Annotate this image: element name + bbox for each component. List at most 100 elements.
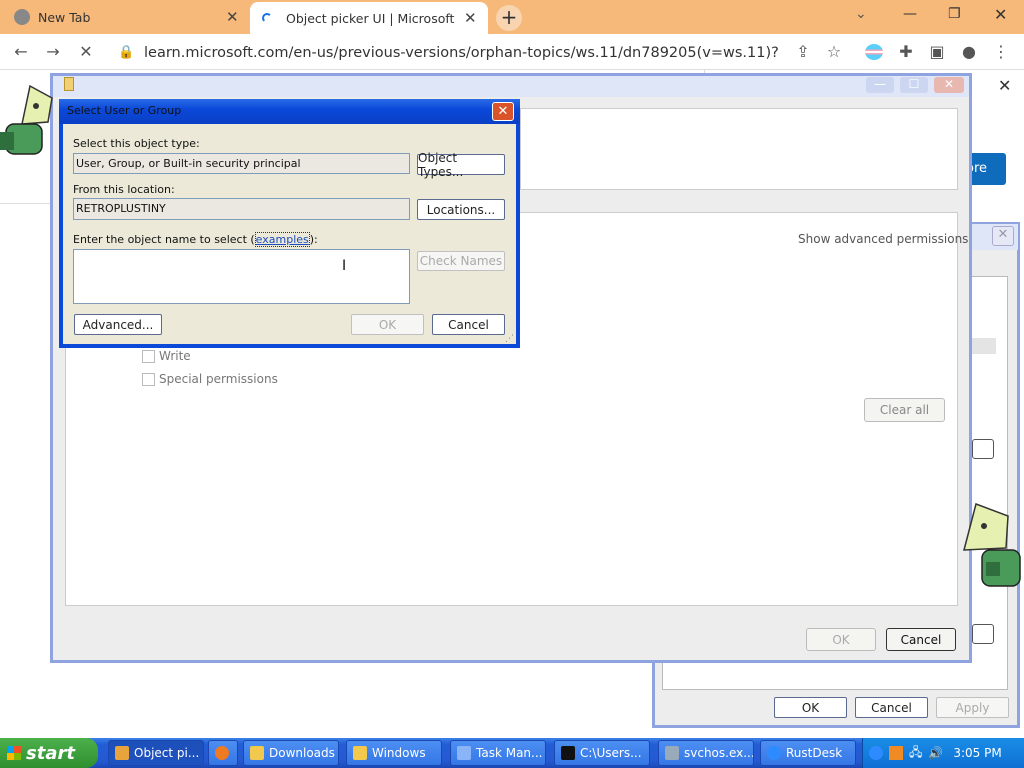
tab-title: Object picker UI | Microsoft L [286,10,456,26]
close-icon[interactable]: ✕ [998,76,1011,95]
close-icon[interactable]: ✕ [992,226,1014,246]
enter-name-end: ): [309,233,318,246]
checkbox[interactable] [142,372,155,386]
location-label: From this location: [73,183,175,196]
task-label: Windows [372,746,426,760]
tab-new-tab[interactable]: New Tab ✕ [14,0,246,34]
enter-name-text: Enter the object name to select ( [73,233,255,246]
object-types-button[interactable]: Object Types... [417,151,505,179]
network-icon[interactable]: 🖧 [909,743,922,764]
task-task-manager[interactable]: Task Man... [450,740,546,766]
system-tray: 🖧 🔊 3:05 PM [862,738,1024,768]
new-tab-icon[interactable]: + [496,5,522,31]
rustdesk-icon [767,746,781,760]
maximize-icon[interactable]: ☐ [900,77,928,93]
task-label: svchos.ex... [684,746,754,760]
perm-special-row[interactable]: Special permissions [142,372,278,386]
share-icon[interactable]: ⇪ [794,43,812,61]
perm-label: Special permissions [159,372,278,386]
start-button[interactable]: start [0,738,98,768]
object-type-field: User, Group, or Built-in security princi… [73,153,410,174]
loading-icon [262,13,272,23]
enter-name-label: Enter the object name to select (example… [73,232,318,247]
clock[interactable]: 3:05 PM [953,746,1001,760]
right-dialog-cancel-button[interactable]: Cancel [855,697,928,718]
task-rustdesk[interactable]: RustDesk [760,740,856,766]
close-icon[interactable]: ✕ [226,8,239,26]
locations-button[interactable]: Locations... [417,199,505,220]
chrome-icon [115,746,129,760]
lock-icon: 🔒 [118,45,135,60]
object-type-label: Select this object type: [73,137,200,150]
folder-icon [64,77,74,91]
close-icon[interactable]: ✕ [934,77,964,93]
close-icon[interactable]: ✕ [492,102,514,121]
extension-flag-icon[interactable] [865,44,883,60]
start-label: start [26,742,75,764]
bg-cancel-button[interactable]: Cancel [886,628,956,651]
perm-write-row[interactable]: Write [142,349,191,363]
tab-object-picker[interactable]: Object picker UI | Microsoft L ✕ [250,2,488,34]
volume-icon[interactable]: 🔊 [928,746,943,760]
address-bar[interactable]: 🔒 learn.microsoft.com/en-us/previous-ver… [112,40,852,87]
app-icon [665,746,679,760]
task-downloads[interactable]: Downloads [243,740,339,766]
bookmark-star-icon[interactable]: ☆ [825,43,843,61]
task-windows[interactable]: Windows [346,740,442,766]
check-names-button[interactable]: Check Names [417,251,505,271]
bg-list-row [972,338,996,354]
task-label: Task Man... [476,746,543,760]
show-advanced-link[interactable]: Show advanced permissions [798,232,968,246]
bg-ok-button[interactable]: OK [806,628,876,651]
bg-button[interactable] [972,624,994,644]
rustdesk-tray-icon[interactable] [869,746,883,760]
task-label: RustDesk [786,746,843,760]
tab-title: New Tab [38,9,91,25]
advanced-button[interactable]: Advanced... [74,314,162,335]
forward-icon[interactable]: → [44,43,62,61]
profile-icon[interactable]: ● [960,43,978,61]
menu-kebab-icon[interactable]: ⋮ [992,43,1010,61]
task-svchos[interactable]: svchos.ex... [658,740,754,766]
minimize-icon[interactable]: — [866,77,894,93]
folder-icon [353,746,367,760]
chrome-icon [14,9,30,25]
text-cursor-icon: I [342,258,347,274]
restore-icon[interactable]: ❐ [948,6,961,22]
app-tray-icon[interactable] [889,746,903,760]
task-chrome[interactable]: Object pi... [108,740,204,766]
task-firefox[interactable] [208,740,238,766]
windows-logo-icon [7,746,21,760]
folder-icon [250,746,264,760]
task-manager-icon [457,746,471,760]
peridot-sticker-left [0,84,58,170]
peridot-sticker-right [956,500,1024,596]
extensions-puzzle-icon[interactable]: ✚ [897,43,915,61]
picker-cancel-button[interactable]: Cancel [432,314,505,335]
dialog-title: Select User or Group [67,104,182,117]
checkbox[interactable] [142,349,155,363]
location-field: RETROPLUSTINY [73,198,410,220]
chevron-down-icon[interactable]: ⌄ [855,6,867,22]
7zip-icon [561,746,575,760]
picker-ok-button[interactable]: OK [351,314,424,335]
right-dialog-ok-button[interactable]: OK [774,697,847,718]
examples-link[interactable]: examples [254,232,310,247]
right-dialog-apply-button[interactable]: Apply [936,697,1009,718]
permissions-header-box [520,108,958,190]
task-label: C:\Users... [580,746,642,760]
close-icon[interactable]: ✕ [464,9,477,27]
task-7zip[interactable]: C:\Users... [554,740,650,766]
permissions-titlebar [53,76,969,97]
stop-icon[interactable]: ✕ [77,43,95,61]
clear-all-button[interactable]: Clear all [864,398,945,422]
bg-button[interactable] [972,439,994,459]
close-window-icon[interactable]: ✕ [994,5,1007,24]
firefox-icon [215,746,229,760]
back-icon[interactable]: ← [12,43,30,61]
object-name-input[interactable] [73,249,410,304]
minimize-icon[interactable]: — [903,6,917,22]
sidepanel-icon[interactable]: ▣ [928,43,946,61]
perm-label: Write [159,349,191,363]
resize-grip-icon[interactable]: ⋰ [505,334,514,344]
